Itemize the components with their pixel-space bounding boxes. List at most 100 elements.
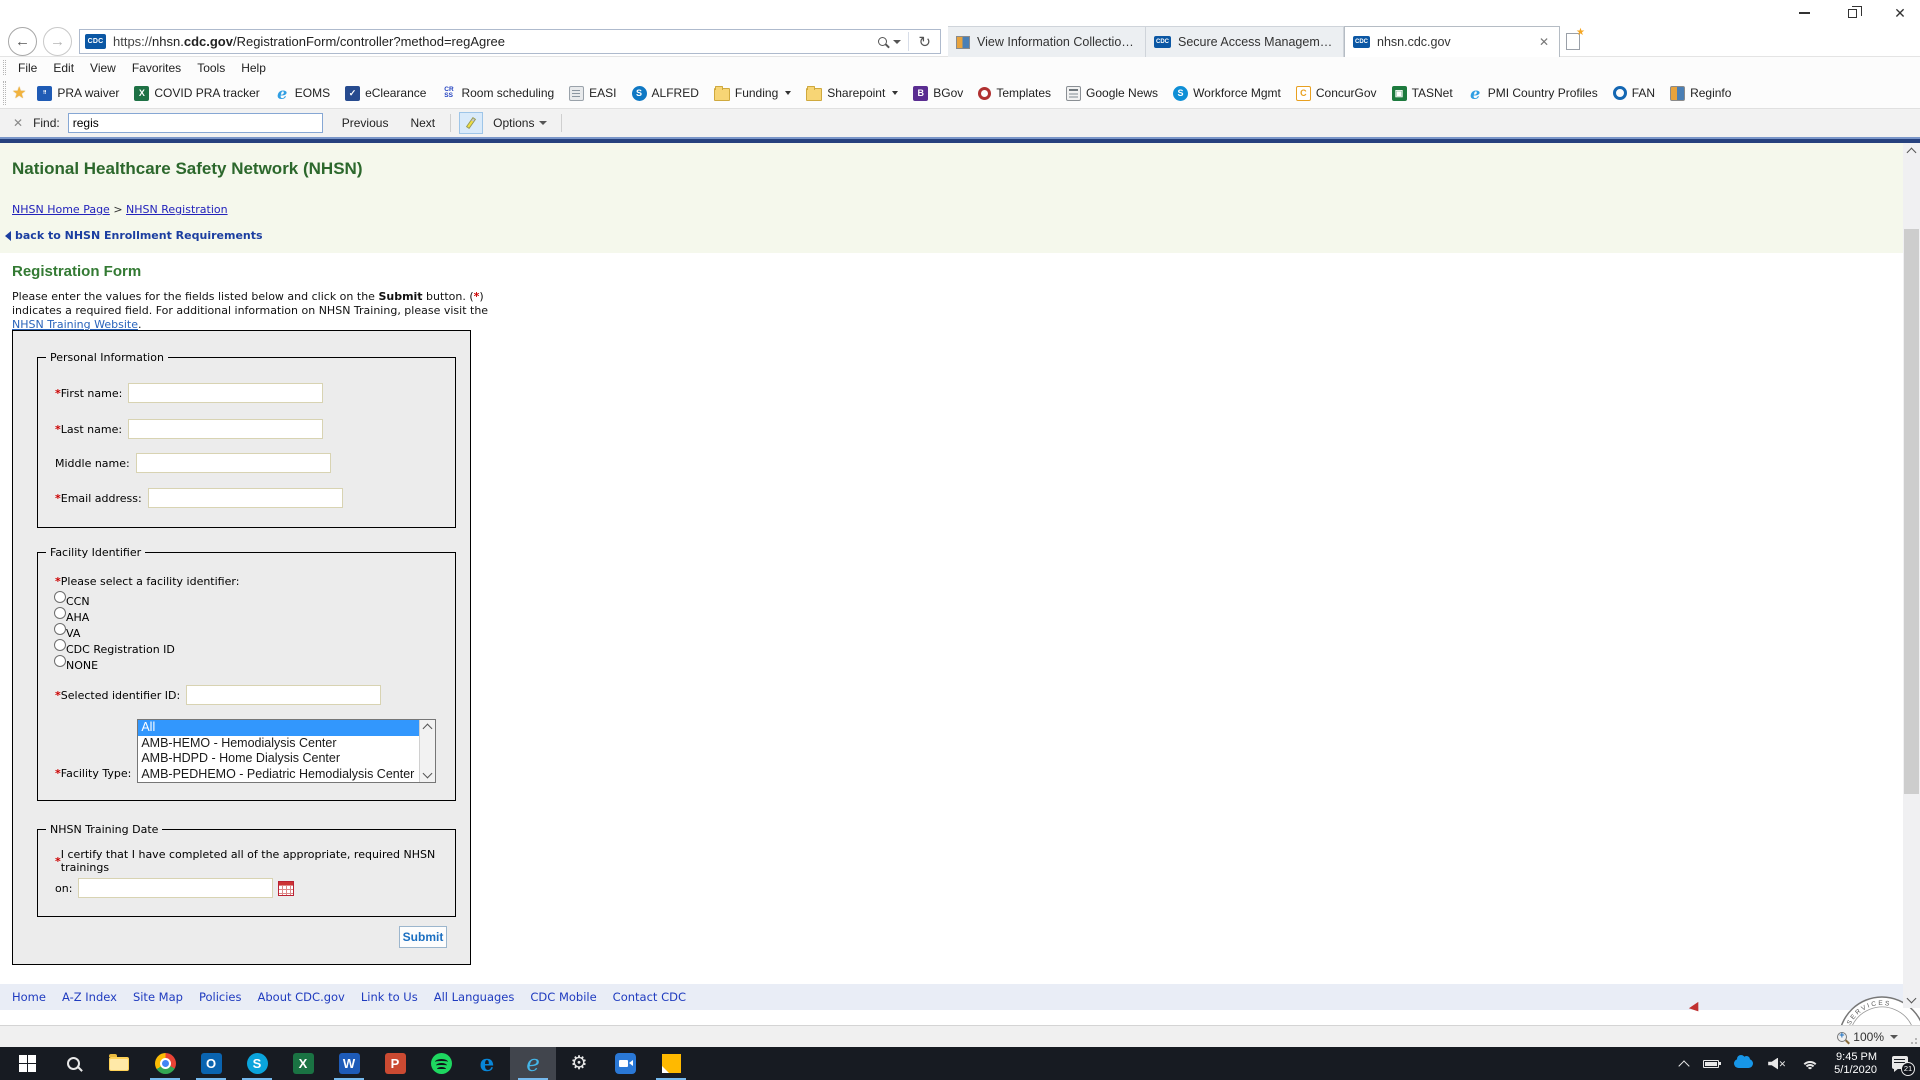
taskbar-clock[interactable]: 9:45 PM 5/1/2020 [1834, 1051, 1877, 1077]
favorite-tasnet[interactable]: ▣TASNet [1392, 86, 1453, 101]
listbox-option-all[interactable]: All [138, 720, 419, 736]
radio-aha[interactable]: AHA [54, 607, 89, 624]
search-icon[interactable] [878, 37, 887, 46]
close-button[interactable]: ✕ [1890, 5, 1910, 21]
back-to-enrollment-link[interactable]: back to NHSN Enrollment Requirements [5, 229, 263, 242]
footer-link-cdc-mobile[interactable]: CDC Mobile [530, 990, 596, 1004]
close-tab-icon[interactable]: ✕ [1537, 35, 1551, 49]
favorite-pmi-country-profiles[interactable]: ePMI Country Profiles [1468, 86, 1598, 101]
middle-name-input[interactable] [136, 453, 331, 473]
taskbar-excel[interactable]: X [280, 1047, 326, 1080]
find-input[interactable] [68, 113, 323, 133]
selected-identifier-id-input[interactable] [186, 685, 381, 705]
radio-ccn[interactable]: CCN [54, 591, 90, 608]
favorite-eclearance[interactable]: ✓eClearance [345, 86, 426, 101]
email-input[interactable] [148, 488, 343, 508]
scroll-down-button[interactable] [1903, 991, 1920, 1008]
facility-type-listbox[interactable]: All AMB-HEMO - Hemodialysis Center AMB-H… [137, 719, 436, 783]
listbox-option-amb-hdpd[interactable]: AMB-HDPD - Home Dialysis Center [138, 751, 419, 767]
search-dropdown-icon[interactable] [893, 40, 901, 44]
favorite-easi[interactable]: EASI [569, 86, 616, 101]
submit-button[interactable]: Submit [399, 926, 447, 948]
tab-view-information-collection[interactable]: View Information Collection R... [948, 26, 1146, 57]
listbox-scrollbar[interactable] [419, 720, 435, 782]
tray-battery[interactable] [1703, 1060, 1719, 1068]
menu-file[interactable]: File [10, 61, 45, 75]
forward-button[interactable]: → [43, 27, 72, 56]
menu-tools[interactable]: Tools [189, 61, 233, 75]
scroll-up-icon[interactable] [423, 724, 433, 734]
last-name-input[interactable] [128, 419, 323, 439]
tray-expand-button[interactable] [1680, 1058, 1688, 1070]
training-date-input[interactable] [78, 878, 273, 898]
taskbar-sticky-notes[interactable] [648, 1047, 694, 1080]
new-tab-button[interactable] [1560, 26, 1586, 57]
favorite-concurgov[interactable]: CConcurGov [1296, 86, 1377, 101]
close-find-icon[interactable]: ✕ [13, 116, 23, 130]
favorite-sharepoint[interactable]: Sharepoint [806, 86, 898, 101]
find-previous-button[interactable]: Previous [331, 116, 400, 130]
menu-edit[interactable]: Edit [45, 61, 82, 75]
menu-help[interactable]: Help [233, 61, 274, 75]
first-name-input[interactable] [128, 383, 323, 403]
tray-network[interactable] [1801, 1058, 1819, 1070]
scrollbar-thumb[interactable] [1904, 229, 1919, 794]
start-button[interactable] [4, 1047, 50, 1080]
tray-volume[interactable]: ✕ [1768, 1058, 1786, 1070]
favorite-templates[interactable]: Templates [978, 86, 1051, 100]
back-button[interactable]: ← [8, 27, 37, 56]
favorite-funding[interactable]: Funding [714, 86, 791, 101]
footer-link-site-map[interactable]: Site Map [133, 990, 183, 1004]
tab-nhsn-cdc-gov[interactable]: CDC nhsn.cdc.gov ✕ [1344, 26, 1560, 57]
favorite-alfred[interactable]: SALFRED [632, 86, 699, 101]
radio-none[interactable]: NONE [54, 655, 98, 672]
listbox-option-amb-hemo[interactable]: AMB-HEMO - Hemodialysis Center [138, 736, 419, 752]
tray-onedrive[interactable] [1734, 1059, 1753, 1068]
find-options-button[interactable]: Options [483, 116, 557, 130]
taskbar-settings[interactable]: ⚙ [556, 1047, 602, 1080]
favorite-eoms[interactable]: eEOMS [275, 86, 330, 101]
vertical-scrollbar[interactable] [1903, 143, 1920, 1008]
refresh-icon[interactable]: ↻ [909, 33, 940, 51]
radio-icon[interactable] [54, 655, 66, 667]
radio-icon[interactable] [54, 591, 66, 603]
taskbar-skype[interactable]: S [234, 1047, 280, 1080]
find-next-button[interactable]: Next [399, 116, 446, 130]
favorite-fan[interactable]: FAN [1613, 86, 1655, 100]
calendar-icon[interactable] [278, 881, 294, 896]
favorite-bgov[interactable]: BBGov [913, 86, 963, 101]
menu-view[interactable]: View [82, 61, 124, 75]
taskbar-file-explorer[interactable] [96, 1047, 142, 1080]
favorite-room-scheduling[interactable]: CRSSRoom scheduling [441, 86, 554, 101]
taskbar-camera-app[interactable] [602, 1047, 648, 1080]
footer-link-home[interactable]: Home [12, 990, 46, 1004]
taskbar-internet-explorer[interactable]: e [510, 1047, 556, 1080]
favorites-bar-star-icon[interactable]: ★ [12, 83, 26, 103]
favorite-covid-pra-tracker[interactable]: XCOVID PRA tracker [134, 86, 259, 101]
radio-va[interactable]: VA [54, 623, 80, 640]
notification-center-button[interactable]: 21 [1892, 1056, 1912, 1072]
footer-link-policies[interactable]: Policies [199, 990, 242, 1004]
radio-icon[interactable] [54, 639, 66, 651]
radio-cdc-registration-id[interactable]: CDC Registration ID [54, 639, 175, 656]
scroll-up-button[interactable] [1903, 143, 1920, 160]
footer-link-link-to-us[interactable]: Link to Us [361, 990, 418, 1004]
address-bar[interactable]: CDC https://nhsn.cdc.gov/RegistrationFor… [79, 29, 941, 54]
zoom-control[interactable]: 100% [1837, 1026, 1898, 1048]
taskbar-search-button[interactable] [50, 1047, 96, 1080]
taskbar-chrome[interactable] [142, 1047, 188, 1080]
taskbar-powerpoint[interactable]: P [372, 1047, 418, 1080]
highlight-all-button[interactable] [459, 112, 483, 134]
taskbar-word[interactable]: W [326, 1047, 372, 1080]
breadcrumb-registration-link[interactable]: NHSN Registration [126, 203, 228, 216]
minimize-button[interactable] [1794, 5, 1814, 21]
radio-icon[interactable] [54, 623, 66, 635]
favorite-pra-waiver[interactable]: ⠿PRA waiver [37, 86, 119, 101]
menu-favorites[interactable]: Favorites [124, 61, 189, 75]
favorite-workforce-mgmt[interactable]: SWorkforce Mgmt [1173, 86, 1281, 101]
taskbar-spotify[interactable] [418, 1047, 464, 1080]
favorite-google-news[interactable]: Google News [1066, 86, 1158, 101]
footer-link-all-languages[interactable]: All Languages [434, 990, 515, 1004]
resize-grip[interactable] [1907, 1034, 1917, 1044]
footer-link-about-cdc[interactable]: About CDC.gov [258, 990, 345, 1004]
